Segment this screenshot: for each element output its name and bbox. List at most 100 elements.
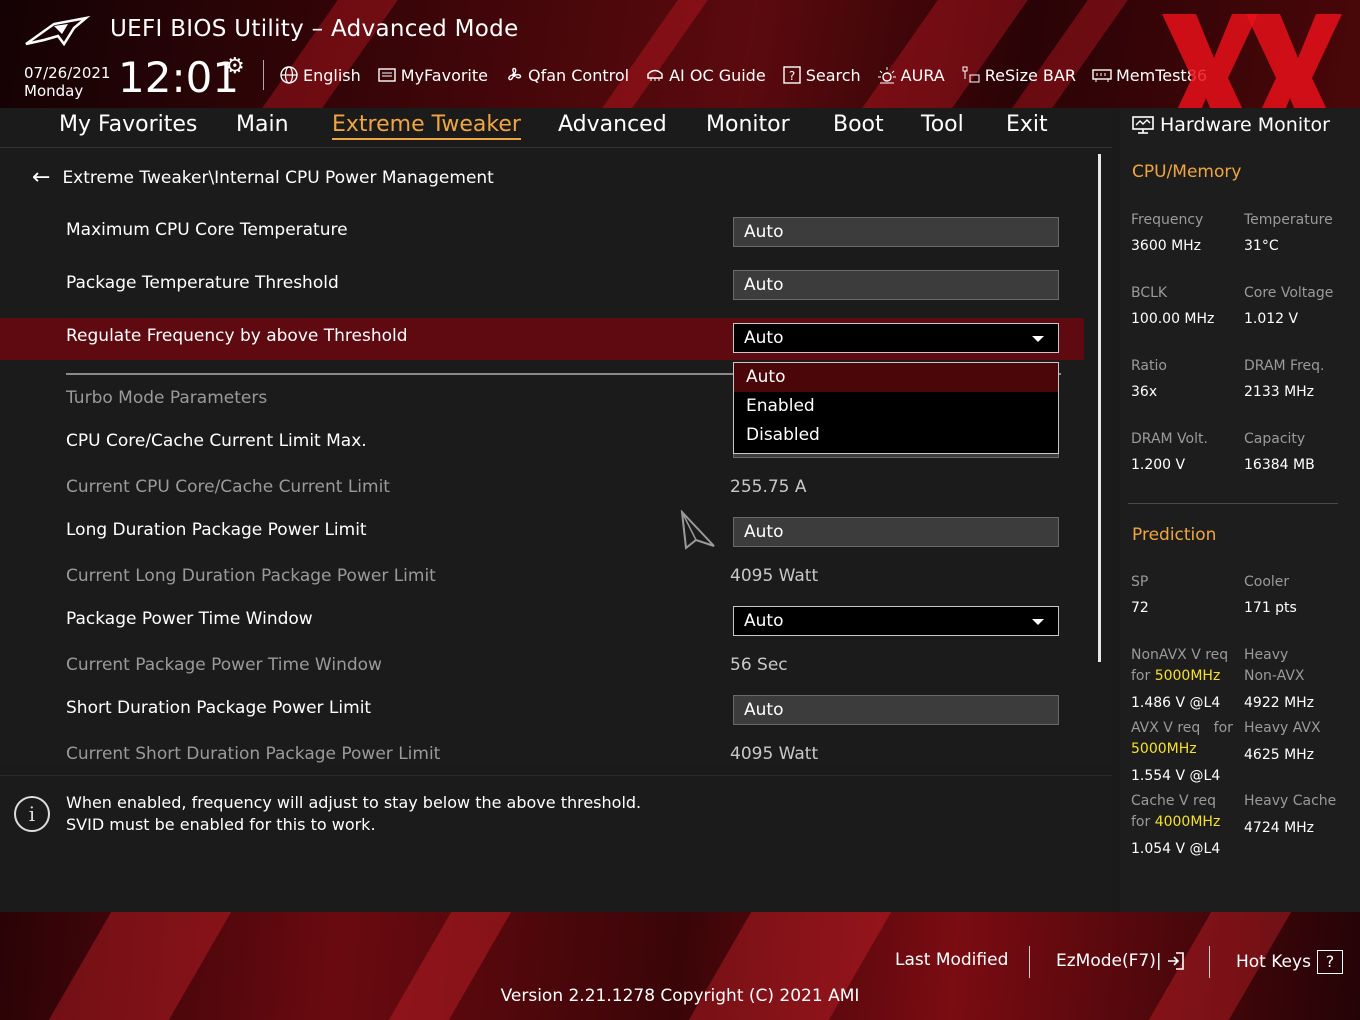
label-max-cpu-core-temp: Maximum CPU Core Temperature [66,220,348,240]
help-key-icon: ? [1316,950,1343,974]
main-tab-bar: My Favorites Main Extreme Tweaker Advanc… [0,108,1112,148]
aura-icon [877,65,897,85]
header-separator [263,60,264,90]
select-package-power-time-window[interactable]: Auto [733,606,1059,636]
tab-main[interactable]: Main [236,112,289,137]
date-text: 07/26/2021 [24,64,111,82]
hw-heavy-nonavx-value: 4922 MHz [1244,695,1315,711]
label-short-duration-power-limit: Short Duration Package Power Limit [66,698,372,718]
hw-capacity-label: Capacity [1244,431,1306,447]
label-package-power-time-window: Package Power Time Window [66,609,313,629]
hw-cooler-value: 171 pts [1244,600,1297,616]
mouse-pointer-icon [680,510,715,550]
help-text-line-2: SVID must be enabled for this to work. [66,815,376,834]
dropdown-option-disabled[interactable]: Disabled [734,421,1058,450]
label-long-duration-power-limit: Long Duration Package Power Limit [66,520,367,540]
last-modified-button[interactable]: Last Modified [895,950,1008,970]
toolbar-resize-bar[interactable]: ReSize BAR [961,65,1076,85]
hw-capacity-value: 16384 MB [1244,457,1315,473]
hardware-monitor-title-text: Hardware Monitor [1160,114,1330,136]
hw-frequency-label: Frequency [1131,212,1204,228]
tab-extreme-tweaker[interactable]: Extreme Tweaker [332,112,521,140]
hw-heavy-nonavx-label-2: Non-AVX [1244,668,1305,684]
select-regulate-frequency[interactable]: Auto [733,323,1059,353]
hw-avx-label-1: AVX V req for [1131,718,1233,739]
hw-temperature-value: 31°C [1244,238,1279,254]
dropdown-option-auto[interactable]: Auto [734,363,1058,392]
toolbar-search-label: Search [805,65,861,85]
tab-my-favorites[interactable]: My Favorites [59,112,197,137]
hw-avx-value: 1.554 V @L4 [1131,768,1221,784]
label-regulate-frequency: Regulate Frequency by above Threshold [66,326,408,346]
back-arrow-icon[interactable]: ← [32,167,50,189]
hw-bclk-label: BCLK [1131,285,1168,301]
regulate-frequency-dropdown: Auto Enabled Disabled [733,362,1059,454]
field-package-temp-threshold[interactable]: Auto [733,270,1059,300]
hw-divider [1128,503,1338,504]
hw-heavy-cache-value: 4724 MHz [1244,820,1315,836]
gear-icon[interactable]: ⚙ [225,54,245,79]
hw-cooler-label: Cooler [1244,574,1290,590]
label-cpu-core-cache-limit-max: CPU Core/Cache Current Limit Max. [66,431,367,451]
toolbar-myfavorite[interactable]: MyFavorite [377,65,488,85]
hw-sp-label: SP [1131,574,1149,590]
field-max-cpu-core-temp[interactable]: Auto [733,217,1059,247]
toolbar-resize-bar-label: ReSize BAR [984,65,1076,85]
ezmode-button[interactable]: EzMode(F7)| [1056,950,1186,972]
search-icon: ? [782,65,802,85]
value-current-cpu-core-cache-limit: 255.75 A [730,477,807,497]
hw-dram-volt-value: 1.200 V [1131,457,1186,473]
toolbar-ai-oc-guide-label: AI OC Guide [669,65,766,85]
tab-exit[interactable]: Exit [1006,112,1048,137]
hw-cache-label-1: Cache V req [1131,793,1216,809]
hw-dram-freq-label: DRAM Freq. [1244,358,1325,374]
globe-icon [279,65,299,85]
label-current-long-duration-power-limit: Current Long Duration Package Power Limi… [66,566,436,586]
hw-sp-value: 72 [1131,600,1149,616]
select-package-power-time-window-value: Auto [744,611,784,631]
hw-bclk-value: 100.00 MHz [1131,311,1215,327]
day-text: Monday [24,82,84,100]
hw-cache-for: for [1131,814,1151,830]
tab-boot[interactable]: Boot [833,112,884,137]
version-text: Version 2.21.1278 Copyright (C) 2021 AMI [500,986,860,1006]
tab-monitor[interactable]: Monitor [706,112,790,137]
hw-core-voltage-value: 1.012 V [1244,311,1299,327]
toolbar-qfan-label: Qfan Control [528,65,630,85]
label-current-short-duration-power-limit: Current Short Duration Package Power Lim… [66,744,441,764]
help-text-line-1: When enabled, frequency will adjust to s… [66,793,642,812]
toolbar-qfan[interactable]: Qfan Control [504,65,629,85]
toolbar-search[interactable]: ? Search [782,65,861,85]
hot-keys-button[interactable]: Hot Keys ? [1236,950,1343,974]
hw-ratio-value: 36x [1131,384,1158,400]
field-long-duration-power-limit[interactable]: Auto [733,517,1059,547]
hw-dram-freq-value: 2133 MHz [1244,384,1315,400]
prediction-section-title: Prediction [1132,525,1217,545]
toolbar-ai-oc-guide[interactable]: AI OC Guide [645,65,766,85]
field-short-duration-power-limit[interactable]: Auto [733,695,1059,725]
hardware-monitor-panel: Hardware Monitor CPU/Memory Frequency 36… [1120,108,1360,912]
select-regulate-frequency-value: Auto [744,328,784,348]
hardware-monitor-title: Hardware Monitor [1132,114,1330,136]
breadcrumb-path: Extreme Tweaker\Internal CPU Power Manag… [62,168,494,188]
hw-heavy-avx-value: 4625 MHz [1244,747,1315,763]
svg-text:?: ? [789,69,795,83]
tab-advanced[interactable]: Advanced [558,112,667,137]
hw-avx-for: for [1213,720,1233,736]
breadcrumb: ← Extreme Tweaker\Internal CPU Power Man… [32,167,494,189]
rog-logo [25,15,91,47]
toolbar-language[interactable]: English [279,65,361,85]
cpu-memory-section-title: CPU/Memory [1132,162,1242,182]
hw-heavy-nonavx-label-1: Heavy [1244,647,1289,663]
dropdown-option-enabled[interactable]: Enabled [734,392,1058,421]
hw-nonavx-label-2: for 5000MHz [1131,666,1220,687]
tab-tool[interactable]: Tool [921,112,964,137]
toolbar-myfavorite-label: MyFavorite [400,65,488,85]
scrollbar[interactable] [1098,154,1101,662]
toolbar: English MyFavorite Qfan Control AI OC Gu… [279,60,1223,90]
hw-nonavx-value: 1.486 V @L4 [1131,695,1221,711]
value-current-short-duration-power-limit: 4095 Watt [730,744,819,764]
toolbar-aura[interactable]: AURA [877,65,945,85]
hw-nonavx-for: for [1131,668,1151,684]
chevron-down-icon [1032,619,1044,625]
